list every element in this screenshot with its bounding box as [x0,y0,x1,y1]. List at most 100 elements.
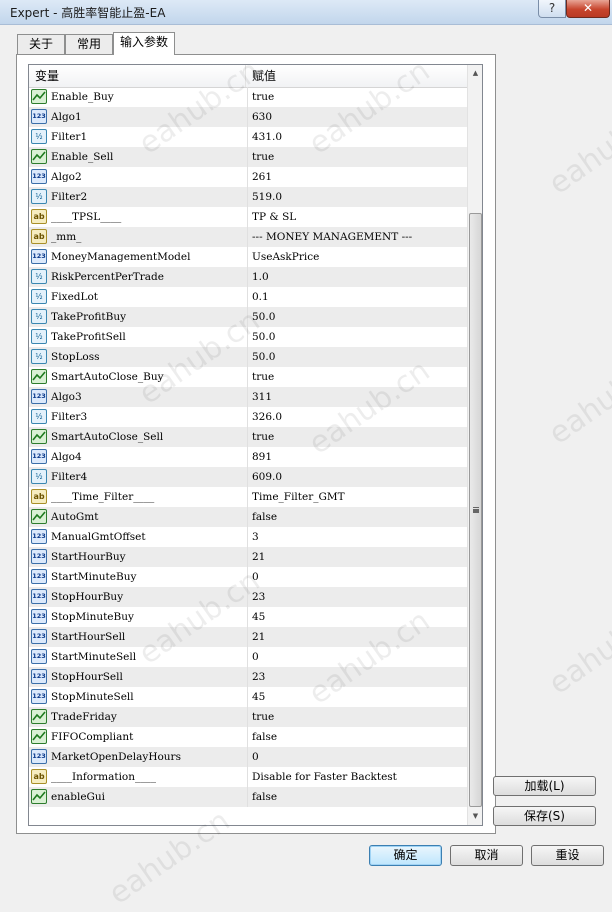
param-value[interactable]: 519.0 [247,187,467,207]
param-value[interactable]: 21 [247,627,467,647]
table-row[interactable]: FIFOCompliant false [29,727,467,747]
param-value[interactable]: 0 [247,567,467,587]
param-value[interactable]: 609.0 [247,467,467,487]
param-value[interactable]: 326.0 [247,407,467,427]
param-value[interactable]: 45 [247,607,467,627]
param-value[interactable]: false [247,787,467,807]
param-value[interactable]: 50.0 [247,327,467,347]
param-value[interactable]: true [247,147,467,167]
param-value[interactable]: false [247,507,467,527]
table-row[interactable]: 123 StartHourBuy 21 [29,547,467,567]
tab-about[interactable]: 关于 [17,34,65,54]
param-value[interactable]: --- MONEY MANAGEMENT --- [247,227,467,247]
table-row[interactable]: ½ RiskPercentPerTrade 1.0 [29,267,467,287]
param-value[interactable]: 0 [247,647,467,667]
table-row[interactable]: Enable_Sell true [29,147,467,167]
table-row[interactable]: 123 StartMinuteSell 0 [29,647,467,667]
table-row[interactable]: Enable_Buy true [29,87,467,107]
title-bar: Expert - 高胜率智能止盈-EA ? ✕ [0,0,612,25]
table-row[interactable]: 123 StopHourSell 23 [29,667,467,687]
param-value[interactable]: 630 [247,107,467,127]
tab-common[interactable]: 常用 [65,34,113,54]
table-row[interactable]: ½ Filter1 431.0 [29,127,467,147]
param-value[interactable]: true [247,367,467,387]
table-row[interactable]: ½ TakeProfitBuy 50.0 [29,307,467,327]
param-value[interactable]: 0.1 [247,287,467,307]
cancel-button[interactable]: 取消 [450,845,523,866]
param-value[interactable]: true [247,87,467,107]
type-string-icon: ab [31,229,47,244]
help-button[interactable]: ? [538,0,566,18]
param-value[interactable]: 261 [247,167,467,187]
watermark: eahub.cn [542,93,612,202]
scroll-down-icon[interactable]: ▼ [468,808,482,825]
table-row[interactable]: 123 StopMinuteSell 45 [29,687,467,707]
type-bool-icon [31,429,47,444]
table-row[interactable]: ab ____Information____ Disable for Faster … [29,767,467,787]
param-value[interactable]: UseAskPrice [247,247,467,267]
table-row[interactable]: 123 StartHourSell 21 [29,627,467,647]
param-value[interactable]: TP & SL [247,207,467,227]
table-row[interactable]: SmartAutoClose_Buy true [29,367,467,387]
param-name: StopMinuteSell [51,691,134,703]
tab-inputs[interactable]: 输入参数 [113,32,175,55]
table-row[interactable]: ab ____Time_Filter____ Time_Filter_GMT [29,487,467,507]
param-value[interactable]: 311 [247,387,467,407]
param-value[interactable]: 50.0 [247,347,467,367]
param-name: StartMinuteBuy [51,571,137,583]
param-value[interactable]: 23 [247,587,467,607]
param-value[interactable]: 3 [247,527,467,547]
param-value[interactable]: 45 [247,687,467,707]
table-row[interactable]: 123 Algo4 891 [29,447,467,467]
close-button[interactable]: ✕ [566,0,610,18]
param-value[interactable]: 23 [247,667,467,687]
vertical-scrollbar[interactable]: ▲ ▼ [467,65,482,825]
header-value[interactable]: 赋值 [246,65,467,87]
param-value[interactable]: 891 [247,447,467,467]
table-row[interactable]: TradeFriday true [29,707,467,727]
table-row[interactable]: 123 StartMinuteBuy 0 [29,567,467,587]
table-row[interactable]: 123 Algo3 311 [29,387,467,407]
param-name: StopLoss [51,351,100,363]
table-row[interactable]: 123 MarketOpenDelayHours 0 [29,747,467,767]
type-int-icon: 123 [31,249,47,264]
table-row[interactable]: ab _mm_ --- MONEY MANAGEMENT --- [29,227,467,247]
table-row[interactable]: 123 StopHourBuy 23 [29,587,467,607]
ok-button[interactable]: 确定 [369,845,442,866]
param-value[interactable]: 0 [247,747,467,767]
table-row[interactable]: ab ____TPSL____ TP & SL [29,207,467,227]
param-value[interactable]: 50.0 [247,307,467,327]
table-row[interactable]: 123 StopMinuteBuy 45 [29,607,467,627]
table-row[interactable]: ½ Filter4 609.0 [29,467,467,487]
reset-button[interactable]: 重设 [531,845,604,866]
param-name: StartMinuteSell [51,651,137,663]
table-row[interactable]: 123 ManualGmtOffset 3 [29,527,467,547]
table-row[interactable]: 123 MoneyManagementModel UseAskPrice [29,247,467,267]
save-button[interactable]: 保存(S) [493,806,596,826]
scroll-up-icon[interactable]: ▲ [468,65,482,82]
table-row[interactable]: SmartAutoClose_Sell true [29,427,467,447]
table-row[interactable]: ½ Filter2 519.0 [29,187,467,207]
table-row[interactable]: ½ TakeProfitSell 50.0 [29,327,467,347]
param-value[interactable]: 431.0 [247,127,467,147]
param-name: _mm_ [51,231,82,243]
header-variable[interactable]: 变量 [29,65,246,87]
table-row[interactable]: 123 Algo2 261 [29,167,467,187]
load-button[interactable]: 加载(L) [493,776,596,796]
table-row[interactable]: ½ Filter3 326.0 [29,407,467,427]
table-row[interactable]: enableGui false [29,787,467,807]
param-value[interactable]: Disable for Faster Backtest [247,767,467,787]
param-value[interactable]: Time_Filter_GMT [247,487,467,507]
type-int-icon: 123 [31,589,47,604]
param-value[interactable]: 21 [247,547,467,567]
param-value[interactable]: true [247,707,467,727]
param-name: FIFOCompliant [51,731,134,743]
scroll-thumb[interactable] [469,213,482,807]
param-value[interactable]: false [247,727,467,747]
table-row[interactable]: ½ FixedLot 0.1 [29,287,467,307]
table-row[interactable]: AutoGmt false [29,507,467,527]
param-value[interactable]: 1.0 [247,267,467,287]
param-value[interactable]: true [247,427,467,447]
table-row[interactable]: 123 Algo1 630 [29,107,467,127]
table-row[interactable]: ½ StopLoss 50.0 [29,347,467,367]
